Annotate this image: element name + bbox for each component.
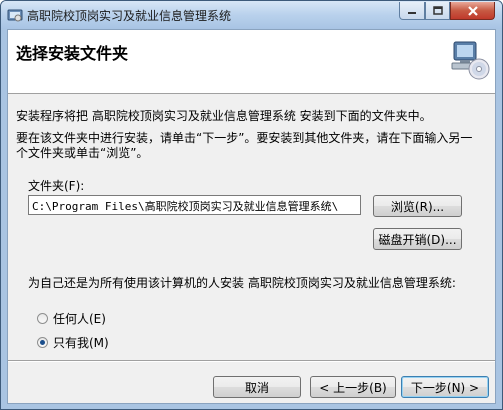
instruction-line-2: 个文件夹或单击“浏览”。	[16, 146, 149, 160]
radio-just-me-label: 只有我(M)	[53, 336, 109, 350]
radio-just-me[interactable]: 只有我(M)	[37, 334, 109, 351]
browse-button-label: 浏览(R)...	[390, 199, 445, 214]
install-scope-question: 为自己还是为所有使用该计算机的人安装 高职院校顶岗实习及就业信息管理系统:	[28, 276, 456, 290]
computer-cd-icon	[451, 41, 490, 80]
disk-cost-button[interactable]: 磁盘开销(D)...	[373, 228, 462, 250]
back-button-label: < 上一步(B)	[319, 380, 387, 395]
back-button[interactable]: < 上一步(B)	[310, 376, 396, 398]
close-icon	[467, 5, 478, 16]
next-button[interactable]: 下一步(N) >	[401, 376, 489, 398]
minimize-button[interactable]	[399, 2, 425, 20]
title-bar[interactable]: 高职院校顶岗实习及就业信息管理系统	[1, 1, 502, 29]
next-button-label: 下一步(N) >	[410, 380, 480, 395]
maximize-icon	[432, 6, 443, 15]
cancel-button-label: 取消	[244, 380, 269, 395]
browse-button[interactable]: 浏览(R)...	[373, 195, 462, 217]
radio-everyone-label: 任何人(E)	[53, 312, 106, 326]
folder-label: 文件夹(F):	[28, 179, 85, 193]
minimize-icon	[408, 11, 416, 14]
page-title: 选择安装文件夹	[16, 44, 129, 63]
radio-everyone[interactable]: 任何人(E)	[37, 310, 106, 327]
folder-path-input[interactable]: C:\Program Files\高职院校顶岗实习及就业信息管理系统\	[28, 195, 361, 215]
window-title: 高职院校顶岗实习及就业信息管理系统	[27, 9, 232, 23]
disk-cost-button-label: 磁盘开销(D)...	[378, 232, 457, 247]
intro-text: 安装程序将把 高职院校顶岗实习及就业信息管理系统 安装到下面的文件夹中。	[16, 109, 432, 123]
radio-everyone-indicator[interactable]	[37, 313, 48, 324]
maximize-button[interactable]	[425, 2, 450, 20]
footer-separator	[8, 360, 495, 362]
radio-just-me-indicator[interactable]	[37, 337, 48, 348]
dialog-header: 选择安装文件夹	[8, 30, 495, 94]
installer-window: 高职院校顶岗实习及就业信息管理系统 选择安装文件夹 安装程序将把 高职院校顶岗实…	[0, 0, 503, 410]
close-button[interactable]	[450, 2, 495, 20]
cancel-button[interactable]: 取消	[213, 376, 301, 398]
dialog-client-area: 选择安装文件夹 安装程序将把 高职院校顶岗实习及就业信息管理系统 安装到下面的文…	[7, 29, 496, 404]
installer-app-icon	[7, 9, 23, 22]
